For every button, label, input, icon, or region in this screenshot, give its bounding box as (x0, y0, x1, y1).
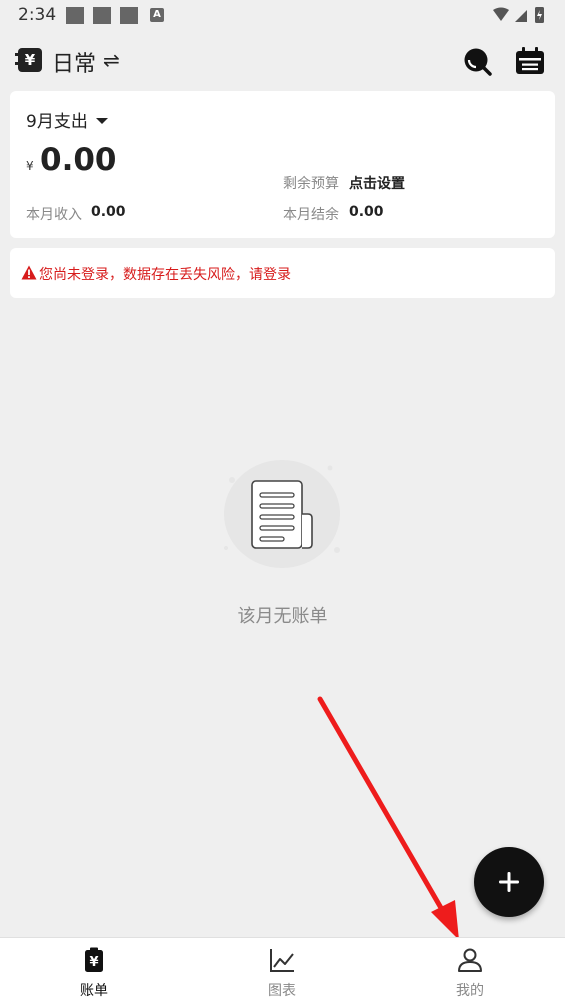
add-bill-button[interactable] (474, 847, 544, 917)
plus-icon (499, 872, 519, 892)
warning-icon (21, 265, 37, 280)
svg-text:¥: ¥ (89, 955, 98, 970)
notification-icon (93, 7, 111, 24)
ledger-book-title[interactable]: 日常 (52, 46, 96, 78)
nav-label-charts: 图表 (268, 983, 296, 999)
dropdown-caret-icon[interactable] (96, 118, 108, 124)
budget-label: 剩余预算 (283, 176, 339, 192)
nav-label-bills: 账单 (80, 983, 108, 999)
balance-value: 0.00 (349, 204, 384, 220)
status-time: 2:34 (18, 5, 57, 25)
income-label: 本月收入 (26, 207, 82, 223)
chart-icon (270, 949, 294, 972)
system-status-icons (493, 7, 544, 23)
app-header: ¥ 日常 ⇌ (0, 36, 565, 88)
month-selector[interactable]: 9月支出 (26, 107, 88, 132)
nav-label-me: 我的 (456, 983, 484, 999)
nav-item-me[interactable]: 我的 (376, 938, 564, 1005)
notification-icon (66, 7, 84, 24)
balance-label: 本月结余 (283, 207, 339, 223)
signal-icon (515, 10, 527, 22)
calendar-icon[interactable] (514, 45, 546, 77)
login-warning-banner[interactable]: 您尚未登录，数据存在丢失风险，请登录 (10, 248, 555, 298)
nav-item-bills[interactable]: ¥ 账单 (0, 938, 188, 1005)
set-budget-link[interactable]: 点击设置 (349, 173, 405, 193)
currency-symbol: ¥ (26, 159, 34, 173)
status-bar: 2:34 A (0, 0, 565, 32)
search-icon[interactable] (462, 46, 492, 76)
notification-a-icon: A (150, 8, 164, 22)
notification-icon (120, 7, 138, 24)
income-value: 0.00 (91, 204, 126, 220)
wifi-icon (493, 7, 509, 21)
nav-item-charts[interactable]: 图表 (188, 938, 376, 1005)
login-warning-text: 您尚未登录，数据存在丢失风险，请登录 (39, 267, 291, 283)
monthly-summary-card: 9月支出 ¥ 0.00 剩余预算 点击设置 本月收入 0.00 本月结余 0.0… (10, 91, 555, 238)
expense-amount: 0.00 (40, 142, 117, 178)
bill-icon: ¥ (85, 947, 103, 972)
switch-book-icon[interactable]: ⇌ (103, 48, 120, 72)
person-icon (458, 948, 482, 972)
empty-bill-illustration-icon (224, 460, 340, 568)
empty-state-text: 该月无账单 (237, 606, 328, 627)
bottom-navigation: ¥ 账单 图表 我的 (0, 937, 565, 1005)
ledger-book-icon[interactable]: ¥ (15, 48, 42, 72)
